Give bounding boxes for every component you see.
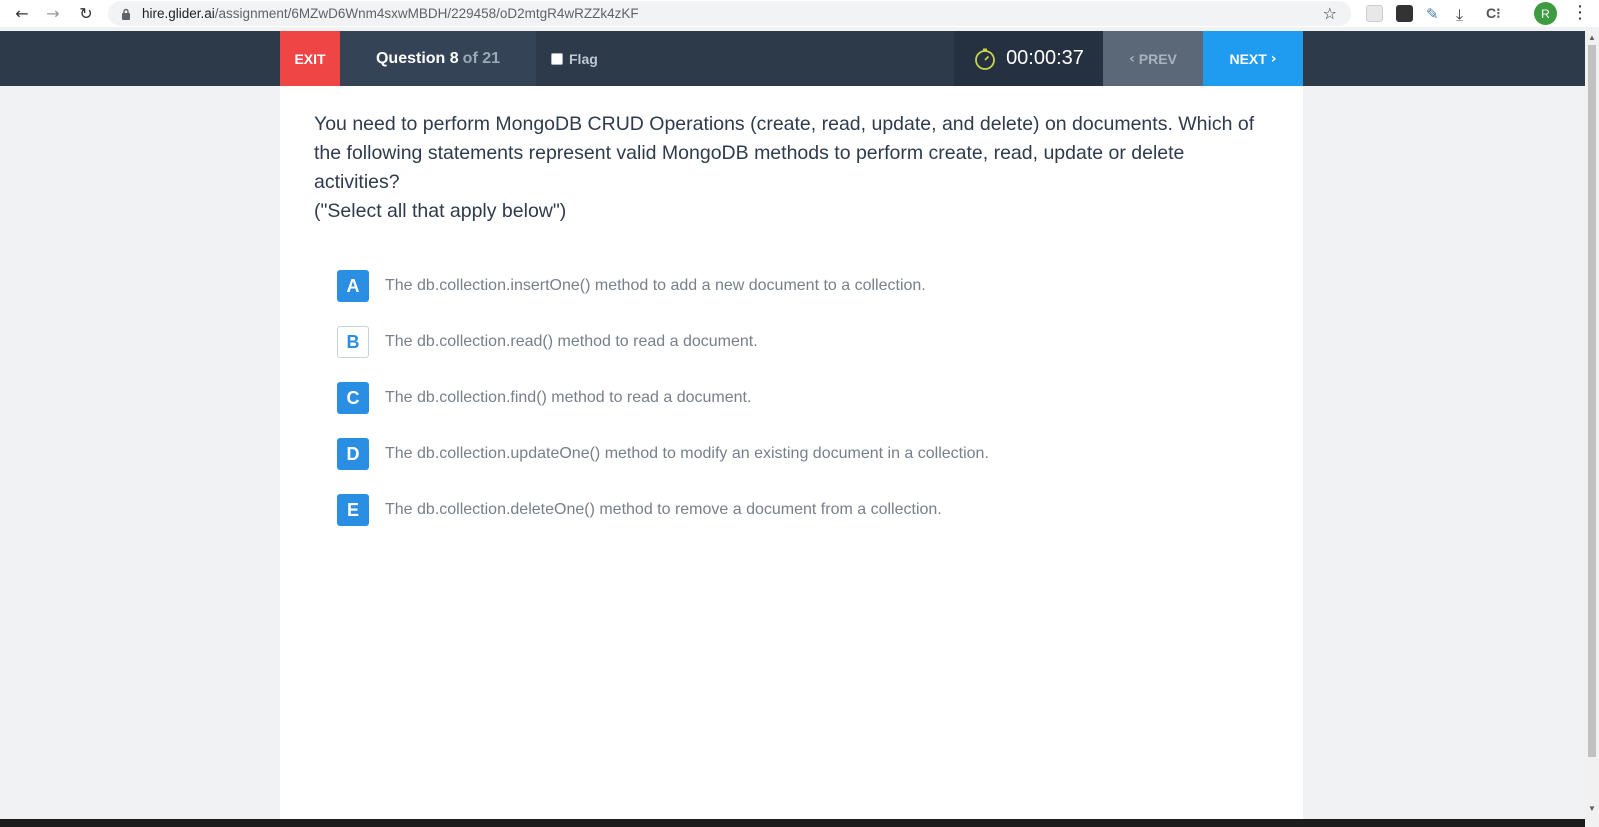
- option-text[interactable]: The db.collection.updateOne() method to …: [385, 445, 989, 463]
- scroll-thumb[interactable]: [1588, 45, 1596, 757]
- option-text[interactable]: The db.collection.insertOne() method to …: [385, 277, 926, 295]
- timer: 00:00:37: [954, 31, 1103, 86]
- flag-label: Flag: [569, 50, 598, 67]
- question-number: 8: [449, 49, 459, 67]
- scroll-down-icon[interactable]: ▼: [1588, 804, 1596, 813]
- answer-options: A The db.collection.insertOne() method t…: [337, 270, 1237, 550]
- address-bar[interactable]: hire.glider.ai/assignment/6MZwD6Wnm4sxwM…: [108, 1, 1351, 26]
- option-text[interactable]: The db.collection.find() method to read …: [385, 389, 751, 407]
- option-b[interactable]: B The db.collection.read() method to rea…: [337, 326, 1237, 358]
- question-counter: Question 8 of 21: [340, 31, 536, 86]
- next-label: NEXT: [1229, 50, 1267, 67]
- option-a[interactable]: A The db.collection.insertOne() method t…: [337, 270, 1237, 302]
- exit-button[interactable]: EXIT: [280, 31, 340, 86]
- avatar[interactable]: R: [1534, 2, 1557, 25]
- scroll-up-icon[interactable]: ▲: [1588, 33, 1596, 42]
- option-e[interactable]: E The db.collection.deleteOne() method t…: [337, 494, 1237, 526]
- url-host: hire.glider.ai: [142, 6, 215, 21]
- option-letter[interactable]: A: [337, 270, 369, 302]
- forward-arrow-icon[interactable]: →: [42, 2, 64, 24]
- browser-toolbar: ← → ↻ hire.glider.ai/assignment/6MZwD6Wn…: [0, 0, 1599, 27]
- question-label: Question: [375, 49, 446, 67]
- question-body: You need to perform MongoDB CRUD Operati…: [314, 113, 1255, 193]
- url-path: /assignment/6MZwD6Wnm4sxwMBDH/229458/oD2…: [214, 6, 639, 21]
- option-letter[interactable]: B: [337, 326, 369, 358]
- eyedropper-icon[interactable]: ✎: [1426, 5, 1443, 23]
- star-icon[interactable]: ☆: [1323, 4, 1337, 23]
- flag-toggle[interactable]: Flag: [536, 31, 598, 86]
- option-letter[interactable]: E: [337, 494, 369, 526]
- more-vert-icon[interactable]: ⋮: [1571, 2, 1589, 23]
- option-letter[interactable]: C: [337, 382, 369, 414]
- extension-icon[interactable]: C⁝: [1486, 5, 1503, 22]
- taskbar-strip: [0, 819, 1585, 827]
- lock-icon: [119, 7, 133, 21]
- download-icon[interactable]: ⤓: [1456, 5, 1473, 24]
- option-letter[interactable]: D: [337, 438, 369, 470]
- option-d[interactable]: D The db.collection.updateOne() method t…: [337, 438, 1237, 470]
- back-arrow-icon[interactable]: ←: [11, 2, 33, 24]
- question-text: You need to perform MongoDB CRUD Operati…: [314, 110, 1274, 226]
- quiz-header: [0, 31, 1585, 86]
- reload-icon[interactable]: ↻: [75, 2, 97, 24]
- chevron-left-icon: ‹: [1129, 50, 1135, 67]
- option-text[interactable]: The db.collection.deleteOne() method to …: [385, 501, 942, 519]
- prev-label: PREV: [1138, 50, 1177, 67]
- question-instruction: ("Select all that apply below"): [314, 200, 567, 222]
- question-card: You need to perform MongoDB CRUD Operati…: [280, 86, 1303, 819]
- stopwatch-icon: [975, 48, 995, 70]
- timer-value: 00:00:37: [1006, 47, 1084, 69]
- question-total: of 21: [462, 49, 501, 67]
- next-button[interactable]: NEXT ›: [1203, 31, 1303, 86]
- chevron-right-icon: ›: [1270, 50, 1277, 67]
- page-scrollbar[interactable]: ▲ ▼: [1585, 31, 1599, 827]
- flag-checkbox[interactable]: [551, 52, 563, 65]
- prev-button[interactable]: ‹ PREV: [1103, 31, 1203, 86]
- extension-icon[interactable]: [1366, 5, 1383, 22]
- option-c[interactable]: C The db.collection.find() method to rea…: [337, 382, 1237, 414]
- option-text[interactable]: The db.collection.read() method to read …: [385, 333, 758, 351]
- extension-icon[interactable]: [1396, 5, 1413, 22]
- url-text: hire.glider.ai/assignment/6MZwD6Wnm4sxwM…: [142, 6, 639, 21]
